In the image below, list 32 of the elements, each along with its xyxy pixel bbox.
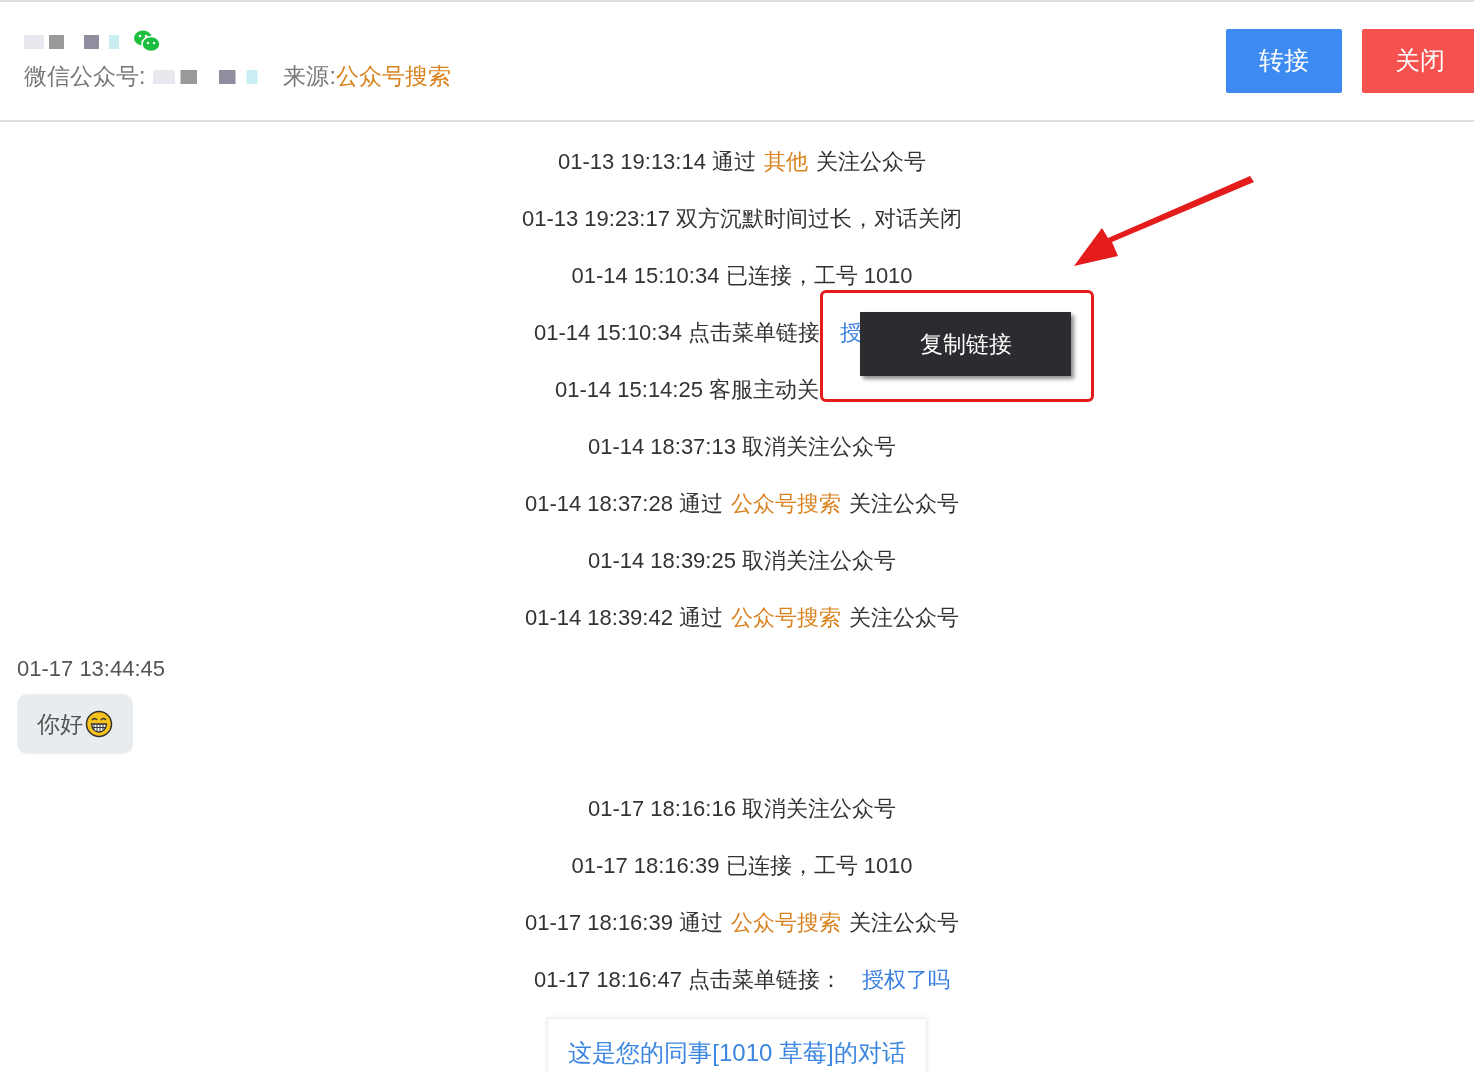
event-text: 01-14 18:39:42 通过 [524, 604, 724, 632]
event-text: 01-14 15:14:25 客服主动关 [554, 376, 820, 404]
menu-link[interactable]: 授 [840, 316, 863, 349]
source-text: 公众号搜索 [731, 909, 842, 937]
transfer-button[interactable]: 转接 [1226, 29, 1342, 93]
event-text: 01-17 18:16:16 取消关注公众号 [587, 795, 897, 823]
source-value: 公众号搜索 [335, 61, 451, 91]
event-text: 01-13 19:13:14 通过 [557, 148, 757, 176]
event-text: 01-14 18:37:13 取消关注公众号 [587, 433, 897, 461]
event-text: 01-17 18:16:47 点击菜单链接： [533, 966, 843, 994]
source-text: 公众号搜索 [731, 604, 842, 632]
event-text: 关注公众号 [849, 909, 960, 937]
message-time: 01-17 13:44:45 [17, 655, 167, 683]
event-text: 01-14 15:10:34 已连接，工号 1010 [571, 262, 913, 290]
event-text: 关注公众号 [816, 148, 927, 176]
event-text: 01-14 15:10:34 点击菜单链接 [533, 319, 821, 347]
close-button[interactable]: 关闭 [1362, 29, 1474, 93]
copy-link-menu-item[interactable]: 复制链接 [919, 326, 1012, 362]
event-text: 01-14 18:37:28 通过 [524, 490, 724, 518]
notice-text: 这是您的同事[1010 草莓]的对话 [568, 1038, 906, 1068]
source-text: 公众号搜索 [731, 490, 842, 518]
event-text: 01-17 18:16:39 已连接，工号 1010 [571, 852, 913, 880]
account-label: 微信公众号: [24, 61, 146, 91]
event-text: 01-13 19:23:17 双方沉默时间过长，对话关闭 [521, 205, 963, 233]
event-text: 关注公众号 [849, 604, 960, 632]
source-text: 其他 [764, 148, 809, 176]
menu-link[interactable]: 授权了吗 [862, 963, 951, 996]
event-text: 01-17 18:16:39 通过 [524, 909, 724, 937]
source-label: 来源: [283, 61, 336, 91]
message-text: 你好 [37, 709, 83, 739]
event-text: 01-14 18:39:25 取消关注公众号 [587, 547, 897, 575]
event-text: 关注公众号 [849, 490, 960, 518]
